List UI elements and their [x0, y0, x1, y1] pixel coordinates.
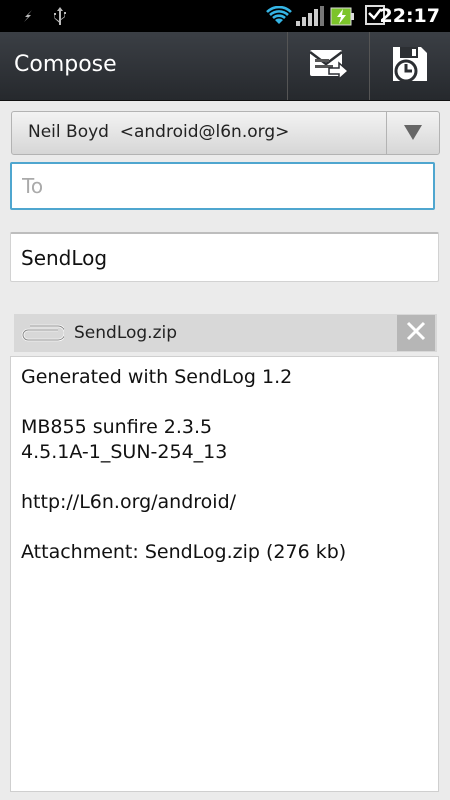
- status-bar: 22:17: [0, 0, 450, 32]
- clock: 22:17: [379, 5, 440, 27]
- body-line: MB855 sunfire 2.3.5: [21, 416, 213, 438]
- body-line: 4.5.1A-1_SUN-254_13: [21, 441, 228, 463]
- save-draft-icon: [389, 43, 431, 89]
- body-line: http://L6n.org/android/: [21, 491, 237, 513]
- body-line: Generated with SendLog 1.2: [21, 366, 293, 388]
- message-body[interactable]: Generated with SendLog 1.2 MB855 sunfire…: [10, 356, 439, 792]
- battery-charging-icon: [330, 5, 356, 31]
- paperclip-icon: [18, 324, 67, 346]
- close-icon: [405, 320, 427, 346]
- attachment-name: SendLog.zip: [74, 323, 178, 343]
- subject-input[interactable]: [10, 232, 439, 282]
- save-draft-button[interactable]: [369, 32, 450, 100]
- from-account-label: Neil Boyd <android@l6n.org>: [28, 122, 290, 142]
- to-input[interactable]: [10, 162, 435, 210]
- screen-title: Compose: [14, 52, 117, 77]
- body-line: [21, 465, 428, 490]
- body-line: [21, 390, 428, 415]
- usb-icon: [52, 6, 68, 32]
- signal-icon: [296, 6, 324, 30]
- action-bar: Compose: [0, 32, 450, 101]
- attachment-item: SendLog.zip: [14, 314, 437, 352]
- from-account-select[interactable]: Neil Boyd <android@l6n.org>: [11, 111, 440, 155]
- chevron-down-icon: [404, 125, 422, 140]
- send-mail-icon: [307, 44, 350, 88]
- divider: [386, 112, 387, 154]
- remove-attachment-button[interactable]: [397, 315, 435, 351]
- body-line: Attachment: SendLog.zip (276 kb): [21, 541, 347, 563]
- send-button[interactable]: [287, 32, 368, 100]
- body-line: [21, 515, 428, 540]
- wifi-icon: [266, 5, 292, 30]
- usb-debug-icon: [20, 8, 36, 28]
